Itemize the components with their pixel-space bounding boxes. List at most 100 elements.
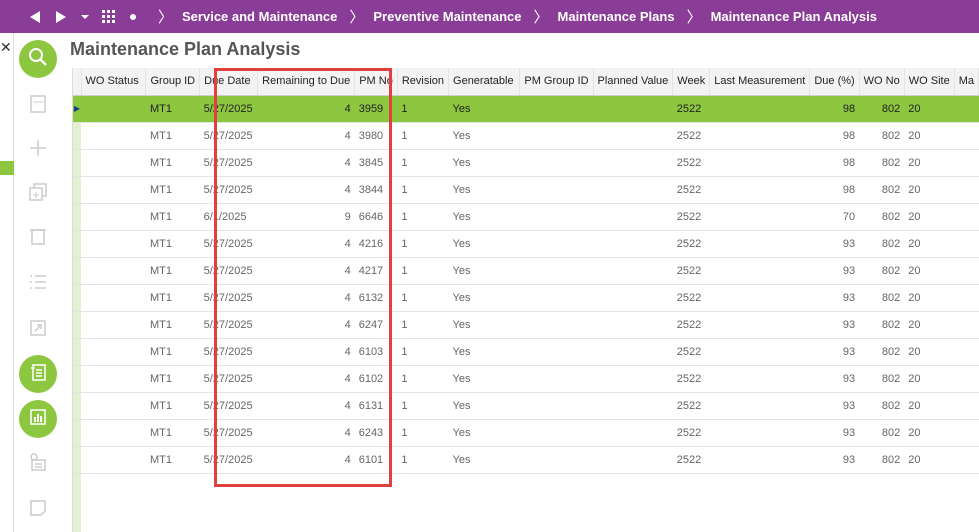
- cell-group-id[interactable]: MT1: [145, 176, 200, 204]
- cell-due-date[interactable]: 6/1/2025: [199, 203, 258, 231]
- cell-pm-no[interactable]: 3980: [354, 122, 398, 150]
- cell-last-measurement[interactable]: [709, 257, 810, 285]
- cell-pm-no[interactable]: 6131: [354, 392, 398, 420]
- cell-remaining[interactable]: 4: [257, 419, 355, 447]
- breadcrumb-item-service-and-maintenance[interactable]: Service and Maintenance: [182, 9, 337, 24]
- add-button[interactable]: [19, 131, 57, 169]
- cell-generatable[interactable]: Yes: [448, 392, 520, 420]
- cell-wo-no[interactable]: 802: [859, 419, 905, 447]
- cell-wo-status[interactable]: [81, 392, 146, 420]
- cell-revision[interactable]: 1: [397, 149, 449, 177]
- cell-due-date[interactable]: 5/27/2025: [199, 176, 258, 204]
- row-selector[interactable]: [73, 176, 82, 204]
- cell-wo-status[interactable]: [81, 257, 146, 285]
- cell-remaining[interactable]: 4: [257, 95, 355, 123]
- row-selector[interactable]: [73, 338, 82, 366]
- cell-generatable[interactable]: Yes: [448, 257, 520, 285]
- cell-wo-no[interactable]: 802: [859, 392, 905, 420]
- cell-wo-site[interactable]: 20: [904, 446, 955, 474]
- column-header-group-id[interactable]: Group ID: [145, 68, 201, 96]
- cell-week[interactable]: 2522: [672, 311, 710, 339]
- cell-due-pct[interactable]: 93: [809, 284, 860, 312]
- cell-wo-no[interactable]: 802: [859, 311, 905, 339]
- cell-wo-site[interactable]: 20: [904, 230, 955, 258]
- cell-group-id[interactable]: MT1: [145, 149, 200, 177]
- cell-generatable[interactable]: Yes: [448, 419, 520, 447]
- cell-remaining[interactable]: 4: [257, 392, 355, 420]
- cell-remaining[interactable]: 4: [257, 230, 355, 258]
- cell-wo-status[interactable]: [81, 419, 146, 447]
- cell-pm-group-id[interactable]: [519, 122, 594, 150]
- cell-week[interactable]: 2522: [672, 176, 710, 204]
- column-header-generatable[interactable]: Generatable: [448, 68, 521, 96]
- cell-revision[interactable]: 1: [397, 419, 449, 447]
- cell-pm-no[interactable]: 4217: [354, 257, 398, 285]
- cell-wo-site[interactable]: 20: [904, 338, 955, 366]
- cell-revision[interactable]: 1: [397, 257, 449, 285]
- details-button[interactable]: [19, 355, 57, 393]
- row-selector[interactable]: [73, 122, 82, 150]
- analysis-button[interactable]: [19, 400, 57, 438]
- cell-ma[interactable]: [954, 284, 979, 312]
- cell-group-id[interactable]: MT1: [145, 338, 200, 366]
- cell-wo-no[interactable]: 802: [859, 149, 905, 177]
- cell-wo-status[interactable]: [81, 176, 146, 204]
- cell-remaining[interactable]: 4: [257, 284, 355, 312]
- table-row[interactable]: MT1 5/27/2025 4 6131 1 Yes 2522 93 802 20: [73, 392, 979, 420]
- cell-generatable[interactable]: Yes: [448, 311, 520, 339]
- cell-due-pct[interactable]: 93: [809, 446, 860, 474]
- cell-generatable[interactable]: Yes: [448, 95, 520, 123]
- cell-planned-value[interactable]: [593, 392, 673, 420]
- cell-week[interactable]: 2522: [672, 203, 710, 231]
- breadcrumb-item-preventive-maintenance[interactable]: Preventive Maintenance: [373, 9, 521, 24]
- cell-due-pct[interactable]: 93: [809, 338, 860, 366]
- cell-group-id[interactable]: MT1: [145, 122, 200, 150]
- cell-revision[interactable]: 1: [397, 95, 449, 123]
- row-selector[interactable]: [73, 419, 82, 447]
- cell-group-id[interactable]: MT1: [145, 203, 200, 231]
- cell-revision[interactable]: 1: [397, 284, 449, 312]
- cell-due-pct[interactable]: 98: [809, 95, 860, 123]
- cell-group-id[interactable]: MT1: [145, 446, 200, 474]
- cell-week[interactable]: 2522: [672, 149, 710, 177]
- cell-ma[interactable]: [954, 392, 979, 420]
- cell-pm-no[interactable]: 3844: [354, 176, 398, 204]
- cell-wo-site[interactable]: 20: [904, 419, 955, 447]
- cell-remaining[interactable]: 4: [257, 365, 355, 393]
- cell-wo-site[interactable]: 20: [904, 203, 955, 231]
- cell-pm-group-id[interactable]: [519, 203, 594, 231]
- row-selector[interactable]: [73, 365, 82, 393]
- cell-group-id[interactable]: MT1: [145, 392, 200, 420]
- cell-pm-group-id[interactable]: [519, 419, 594, 447]
- cell-revision[interactable]: 1: [397, 446, 449, 474]
- cell-due-pct[interactable]: 98: [809, 149, 860, 177]
- cell-generatable[interactable]: Yes: [448, 338, 520, 366]
- duplicate-button[interactable]: [19, 175, 57, 213]
- cell-wo-status[interactable]: [81, 95, 146, 123]
- cell-remaining[interactable]: 4: [257, 257, 355, 285]
- cell-group-id[interactable]: MT1: [145, 311, 200, 339]
- cell-remaining[interactable]: 4: [257, 149, 355, 177]
- cell-planned-value[interactable]: [593, 446, 673, 474]
- back-arrow-icon[interactable]: [24, 0, 46, 33]
- cell-wo-status[interactable]: [81, 122, 146, 150]
- expand-button[interactable]: [19, 311, 57, 349]
- table-row[interactable]: MT1 5/27/2025 4 3845 1 Yes 2522 98 802 20: [73, 149, 979, 177]
- cell-planned-value[interactable]: [593, 419, 673, 447]
- cell-ma[interactable]: [954, 365, 979, 393]
- cell-ma[interactable]: [954, 257, 979, 285]
- column-header-last-measurement[interactable]: Last Measurement: [709, 68, 811, 96]
- cell-pm-group-id[interactable]: [519, 230, 594, 258]
- cell-week[interactable]: 2522: [672, 122, 710, 150]
- cell-revision[interactable]: 1: [397, 230, 449, 258]
- cell-last-measurement[interactable]: [709, 392, 810, 420]
- table-row[interactable]: MT1 5/27/2025 4 6102 1 Yes 2522 93 802 20: [73, 365, 979, 393]
- cell-due-date[interactable]: 5/27/2025: [199, 257, 258, 285]
- cell-revision[interactable]: 1: [397, 203, 449, 231]
- cell-planned-value[interactable]: [593, 257, 673, 285]
- search-button[interactable]: [19, 40, 57, 78]
- cell-wo-site[interactable]: 20: [904, 311, 955, 339]
- cell-wo-site[interactable]: 20: [904, 365, 955, 393]
- cell-wo-site[interactable]: 20: [904, 284, 955, 312]
- cell-pm-no[interactable]: 6247: [354, 311, 398, 339]
